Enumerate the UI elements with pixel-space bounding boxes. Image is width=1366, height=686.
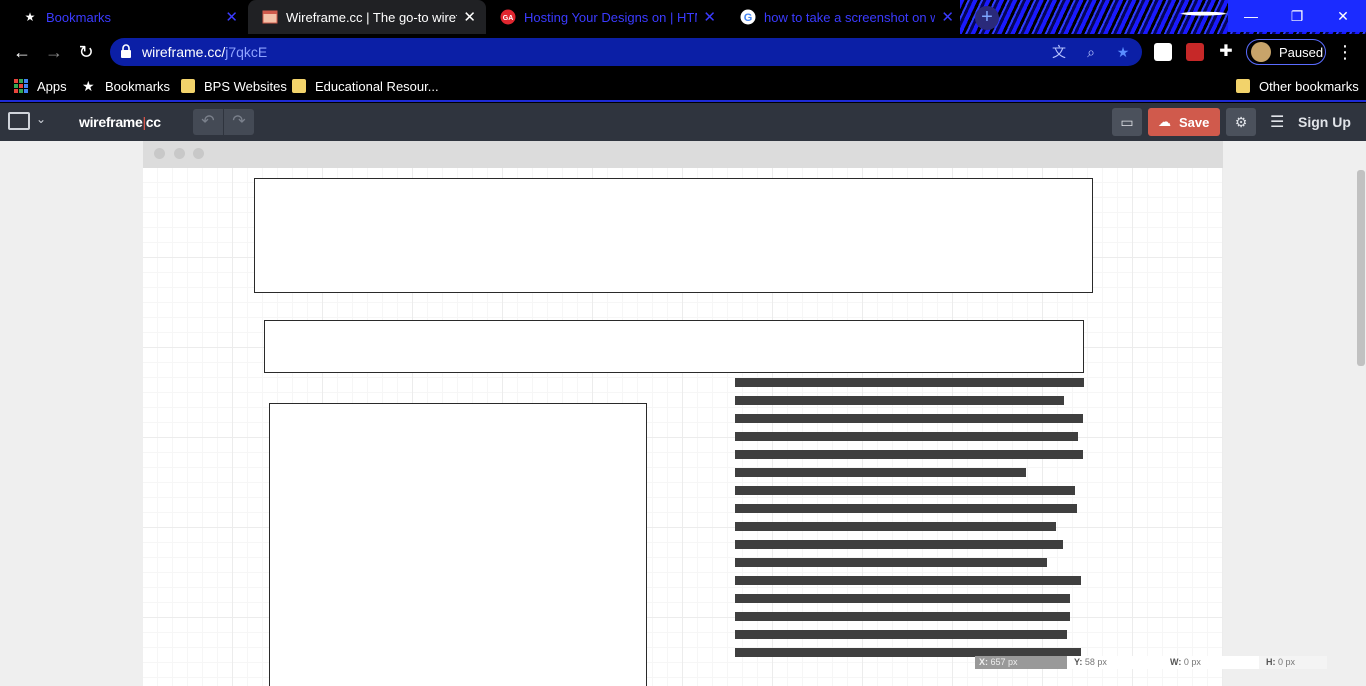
text-line: [735, 432, 1078, 441]
url-text: wireframe.cc/j7qkcE: [142, 44, 268, 60]
bookmark-star-icon[interactable]: ★: [1114, 43, 1132, 61]
star-icon: ★: [82, 78, 95, 94]
profile-status: Paused: [1279, 44, 1324, 60]
close-icon[interactable]: ✕: [225, 8, 238, 26]
tab-title: Hosting Your Designs on | HTML: [524, 9, 698, 25]
tab-bookmarks[interactable]: ★ Bookmarks ✕: [8, 0, 248, 34]
reload-button[interactable]: ↻: [74, 40, 98, 64]
coord-h: H: 0 px: [1259, 656, 1327, 669]
hamburger-menu-icon[interactable]: ☰: [1270, 112, 1284, 132]
text-line: [735, 414, 1083, 423]
avatar: [1251, 42, 1271, 62]
bookmark-other[interactable]: Other bookmarks: [1236, 77, 1359, 95]
close-icon[interactable]: ✕: [941, 8, 954, 26]
more-menu-icon[interactable]: ⋮: [1336, 42, 1354, 63]
browser-toolbar: ← → ↻ wireframe.cc/j7qkcE 文 ⌕ ★ ✚ Paused…: [0, 34, 1366, 70]
folder-icon: [1236, 79, 1250, 93]
star-icon: ★: [24, 10, 36, 24]
tab-wireframe[interactable]: Wireframe.cc | The go-to wirefram ✕: [248, 0, 486, 34]
text-line: [735, 576, 1081, 585]
text-line: [735, 522, 1056, 531]
cloud-upload-icon: ☁: [1158, 114, 1171, 129]
wireframe-favicon: [262, 9, 278, 25]
close-icon[interactable]: ✕: [463, 8, 476, 26]
coordinates-readout: X: 657 px Y: 58 px W: 0 px H: 0 px: [975, 656, 1327, 669]
image-box-element[interactable]: [269, 403, 647, 686]
signup-link[interactable]: Sign Up: [1298, 114, 1351, 130]
bookmark-bps-websites[interactable]: BPS Websites: [181, 77, 287, 95]
browser-tab-strip: ★ Bookmarks ✕ Wireframe.cc | The go-to w…: [0, 0, 1366, 34]
extension-icon[interactable]: [1154, 43, 1172, 61]
lock-icon: [121, 44, 131, 58]
coord-x: X: 657 px: [975, 656, 1067, 669]
workspace: [0, 141, 1366, 686]
back-button[interactable]: ←: [10, 40, 34, 64]
ga-favicon: GA: [500, 9, 516, 25]
svg-text:G: G: [744, 12, 753, 24]
save-button[interactable]: ☁ Save: [1148, 108, 1220, 136]
text-line: [735, 378, 1084, 387]
forward-button[interactable]: →: [42, 40, 66, 64]
minimize-button[interactable]: —: [1228, 0, 1274, 32]
page-scrollbar[interactable]: [1357, 170, 1365, 366]
apps-grid-icon: [14, 79, 28, 93]
puzzle-icon[interactable]: ✚: [1214, 40, 1238, 64]
new-tab-button[interactable]: +: [975, 6, 999, 30]
bookmark-apps[interactable]: Apps: [14, 77, 67, 95]
tab-title: how to take a screenshot on win: [764, 9, 936, 25]
bookmarks-bar: Apps ★ Bookmarks BPS Websites Educationa…: [0, 70, 1366, 102]
frame-dot: [193, 148, 204, 159]
bookmark-bookmarks[interactable]: ★ Bookmarks: [82, 77, 170, 95]
text-line: [735, 630, 1067, 639]
frame-title-bar: [143, 141, 1223, 168]
redo-icon[interactable]: ↷: [224, 109, 254, 135]
folder-icon: [181, 79, 195, 93]
undo-icon[interactable]: ↶: [193, 109, 223, 135]
browser-frame-icon[interactable]: [8, 112, 30, 130]
canvas-frame: [143, 141, 1223, 686]
text-line: [735, 450, 1083, 459]
svg-text:GA: GA: [503, 15, 514, 22]
text-line: [735, 612, 1070, 621]
tab-title: Wireframe.cc | The go-to wirefram: [286, 9, 457, 25]
text-line: [735, 540, 1063, 549]
profile-button[interactable]: Paused: [1246, 39, 1326, 65]
google-favicon: G: [740, 9, 756, 25]
tab-google-search[interactable]: G how to take a screenshot on win ✕: [726, 0, 964, 34]
chevron-down-icon[interactable]: ⌄: [36, 112, 46, 126]
tab-hosting[interactable]: GA Hosting Your Designs on | HTML ✕: [486, 0, 726, 34]
text-line: [735, 468, 1026, 477]
frame-dot: [174, 148, 185, 159]
coord-y: Y: 58 px: [1067, 656, 1163, 669]
header-box-element[interactable]: [254, 178, 1093, 293]
coord-w: W: 0 px: [1163, 656, 1259, 669]
close-window-button[interactable]: ✕: [1320, 0, 1366, 32]
bookmark-educational-resources[interactable]: Educational Resour...: [292, 77, 439, 95]
close-icon[interactable]: ✕: [703, 8, 716, 26]
app-logo[interactable]: wireframe|cc: [79, 114, 161, 130]
extension-shield-icon[interactable]: [1186, 43, 1204, 61]
address-bar[interactable]: wireframe.cc/j7qkcE 文 ⌕ ★: [110, 38, 1142, 66]
zoom-icon[interactable]: ⌕: [1082, 43, 1100, 61]
frame-dot: [154, 148, 165, 159]
restore-button[interactable]: ❐: [1274, 0, 1320, 32]
wireframe-app-toolbar: ⌄ wireframe|cc ↶ ↷ ▭ ☁ Save ⚙ ☰ Sign Up: [0, 103, 1366, 141]
comment-icon[interactable]: ▭: [1112, 108, 1142, 136]
text-line: [735, 396, 1064, 405]
text-line: [735, 504, 1077, 513]
folder-icon: [292, 79, 306, 93]
text-line: [735, 558, 1047, 567]
tab-title: Bookmarks: [46, 9, 112, 25]
text-line: [735, 486, 1075, 495]
text-line: [735, 594, 1070, 603]
text-block-element[interactable]: [735, 378, 1084, 666]
translate-icon[interactable]: 文: [1050, 43, 1068, 61]
settings-sliders-icon[interactable]: ⚙: [1226, 108, 1256, 136]
nav-box-element[interactable]: [264, 320, 1084, 373]
